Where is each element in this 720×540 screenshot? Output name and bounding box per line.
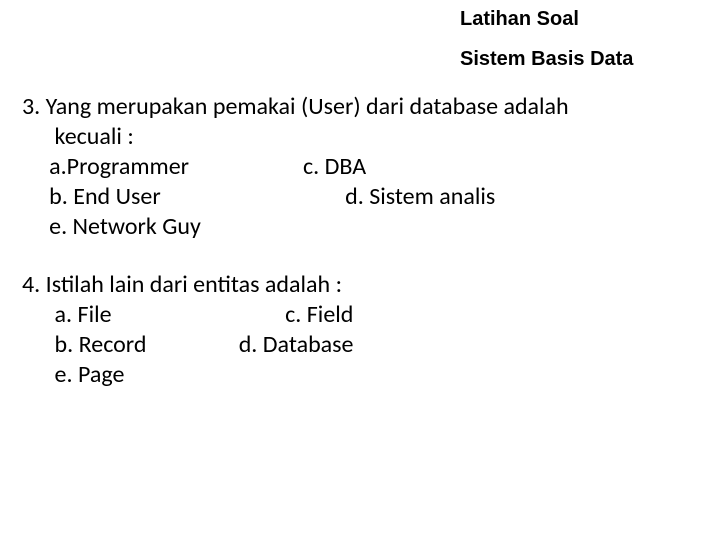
q4-option-b-d: b. Record d. Database xyxy=(22,330,698,360)
q3-option-e: e. Network Guy xyxy=(22,212,698,242)
question-4: 4. Istilah lain dari entitas adalah : a.… xyxy=(22,270,698,390)
question-3: 3. Yang merupakan pemakai (User) dari da… xyxy=(22,92,698,242)
q3-line1: 3. Yang merupakan pemakai (User) dari da… xyxy=(22,92,698,122)
page-subtitle: Sistem Basis Data xyxy=(460,48,633,71)
q4-line1: 4. Istilah lain dari entitas adalah : xyxy=(22,270,698,300)
content-area: 3. Yang merupakan pemakai (User) dari da… xyxy=(22,92,698,418)
q3-option-b-d: b. End User d. Sistem analis xyxy=(22,182,698,212)
q3-line2: kecuali : xyxy=(22,122,698,152)
q3-option-a-c: a.Programmer c. DBA xyxy=(22,152,698,182)
q4-option-a-c: a. File c. Field xyxy=(22,300,698,330)
q4-option-e: e. Page xyxy=(22,360,698,390)
page-title: Latihan Soal xyxy=(460,8,579,31)
